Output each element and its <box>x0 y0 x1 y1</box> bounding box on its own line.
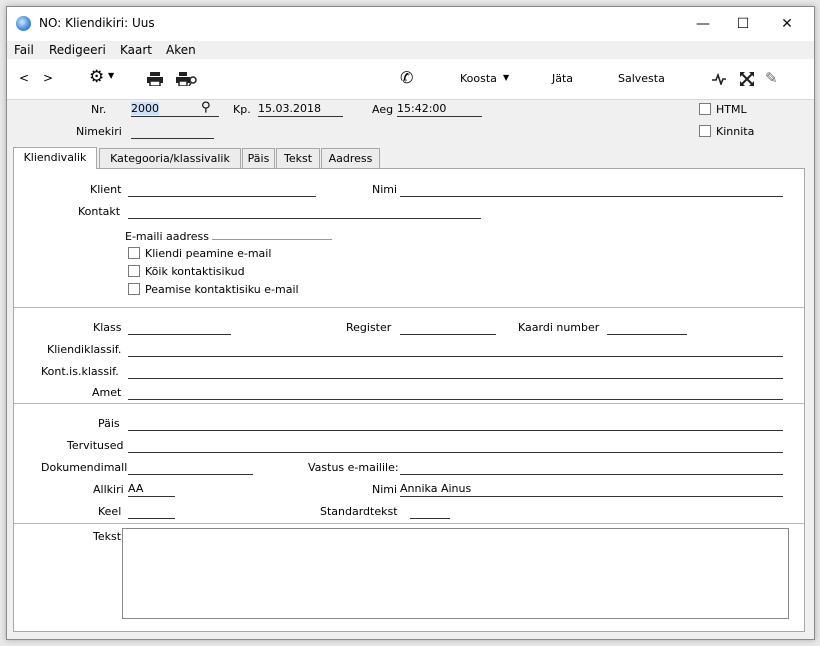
nr-label: Nr. <box>91 103 107 116</box>
gear-dropdown-icon[interactable]: ▼ <box>108 71 114 80</box>
pais-field[interactable] <box>128 416 783 431</box>
app-globe-icon <box>16 16 31 31</box>
nimi-signature-label: Nimi <box>372 483 398 496</box>
tab-panel: Klient Nimi Kontakt E-maili aadress Klie… <box>13 168 805 632</box>
tab-kliendivalik[interactable]: Kliendivalik <box>13 147 97 169</box>
search-icon[interactable]: ⚲ <box>201 100 211 115</box>
tekst-textarea[interactable] <box>122 528 789 619</box>
attachment-icon[interactable]: ✎ <box>765 69 778 87</box>
section-separator-2 <box>14 403 804 404</box>
email-field[interactable] <box>212 225 332 240</box>
nr-value: 2000 <box>131 102 159 115</box>
activity-icon[interactable] <box>712 73 726 85</box>
keel-label: Keel <box>98 505 122 518</box>
gear-icon[interactable]: ⚙ <box>89 67 104 87</box>
section-separator-1 <box>14 307 804 308</box>
klient-field[interactable] <box>128 182 316 197</box>
nimekiri-field[interactable] <box>131 124 214 139</box>
tekst-label: Tekst <box>93 530 122 543</box>
klass-field[interactable] <box>128 320 231 335</box>
nimi-field[interactable] <box>400 182 783 197</box>
kp-label: Kp. <box>233 103 251 116</box>
allkiri-label: Allkiri <box>93 483 124 496</box>
kinnita-checkbox[interactable] <box>699 125 711 137</box>
kontakt-field[interactable] <box>128 204 481 219</box>
amet-field[interactable] <box>128 385 783 400</box>
print-icon[interactable] <box>147 72 163 86</box>
kontakt-label: Kontakt <box>78 205 121 218</box>
tervitused-field[interactable] <box>128 438 783 453</box>
standardtekst-label: Standardtekst <box>320 505 398 518</box>
allkiri-field[interactable]: AA <box>128 482 175 497</box>
tab-kategooria[interactable]: Kategooria/klassivalik <box>99 148 241 168</box>
pais-label: Päis <box>98 417 120 430</box>
close-button[interactable]: ✕ <box>767 11 807 37</box>
email-label: E-maili aadress <box>125 230 210 243</box>
menu-redigeeri[interactable]: Redigeeri <box>49 43 106 57</box>
menu-bar: Fail Redigeeri Kaart Aken <box>7 41 814 59</box>
print-preview-icon[interactable] <box>176 72 198 86</box>
forward-button[interactable]: > <box>43 71 53 85</box>
tervitused-label: Tervitused <box>67 439 124 452</box>
register-field[interactable] <box>400 320 496 335</box>
kontisklassif-field[interactable] <box>128 364 783 379</box>
kaardi-number-field[interactable] <box>607 320 687 335</box>
standardtekst-field[interactable] <box>410 504 450 519</box>
amet-label: Amet <box>92 386 122 399</box>
opt-koik-kontaktisikud-checkbox[interactable] <box>128 265 140 277</box>
window-title: NO: Kliendikiri: Uus <box>39 16 155 30</box>
maximize-button[interactable]: ☐ <box>723 11 763 37</box>
vastus-emailile-field[interactable] <box>400 460 783 475</box>
nimekiri-label: Nimekiri <box>76 125 122 138</box>
salvesta-button[interactable]: Salvesta <box>618 72 665 85</box>
html-label: HTML <box>716 103 747 116</box>
menu-aken[interactable]: Aken <box>166 43 196 57</box>
html-checkbox[interactable] <box>699 103 711 115</box>
kontisklassif-label: Kont.is.klassif. <box>41 365 119 378</box>
opt-peamise-kontaktisiku-checkbox[interactable] <box>128 283 140 295</box>
koosta-dropdown-icon[interactable]: ▼ <box>503 73 509 82</box>
tab-pais[interactable]: Päis <box>242 148 275 168</box>
koosta-button[interactable]: Koosta <box>460 72 497 85</box>
aeg-field[interactable]: 15:42:00 <box>397 102 482 117</box>
keel-field[interactable] <box>128 504 175 519</box>
opt-kliendi-peamine-label: Kliendi peamine e-mail <box>145 247 272 260</box>
record-window: NO: Kliendikiri: Uus — ☐ ✕ Fail Redigeer… <box>6 6 815 640</box>
klass-label: Klass <box>93 321 122 334</box>
nimi-label: Nimi <box>372 183 398 196</box>
kliendiklassif-label: Kliendiklassif. <box>47 343 122 356</box>
klient-label: Klient <box>90 183 122 196</box>
aeg-label: Aeg <box>372 103 394 116</box>
section-separator-3 <box>14 523 804 524</box>
kliendiklassif-field[interactable] <box>128 342 783 357</box>
title-bar: NO: Kliendikiri: Uus — ☐ ✕ <box>7 7 814 41</box>
kinnita-label: Kinnita <box>716 125 755 138</box>
kaardi-number-label: Kaardi number <box>518 321 600 334</box>
jata-button[interactable]: Jäta <box>552 72 573 85</box>
back-button[interactable]: < <box>19 71 29 85</box>
kp-field[interactable]: 15.03.2018 <box>258 102 343 117</box>
nimi-signature-field[interactable]: Annika Ainus <box>400 482 783 497</box>
opt-koik-kontaktisikud-label: Kõik kontaktisikud <box>145 265 245 278</box>
toolbar: < > ⚙ ▼ ✆ Koosta ▼ Jäta Salvesta ✎ <box>7 59 814 100</box>
minimize-button[interactable]: — <box>683 11 723 37</box>
record-header: Nr. 2000 ⚲ Kp. 15.03.2018 Aeg 15:42:00 H… <box>7 100 814 146</box>
tab-tekst[interactable]: Tekst <box>276 148 320 168</box>
dokumendimall-label: Dokumendimall <box>41 461 128 474</box>
menu-kaart[interactable]: Kaart <box>120 43 152 57</box>
phone-icon[interactable]: ✆ <box>400 68 413 87</box>
tab-aadress[interactable]: Aadress <box>321 148 380 168</box>
dokumendimall-field[interactable] <box>128 460 253 475</box>
expand-icon[interactable] <box>740 72 754 86</box>
opt-peamise-kontaktisiku-label: Peamise kontaktisiku e-mail <box>145 283 299 296</box>
register-label: Register <box>346 321 392 334</box>
opt-kliendi-peamine-checkbox[interactable] <box>128 247 140 259</box>
vastus-emailile-label: Vastus e-mailile: <box>308 461 399 474</box>
menu-fail[interactable]: Fail <box>14 43 34 57</box>
